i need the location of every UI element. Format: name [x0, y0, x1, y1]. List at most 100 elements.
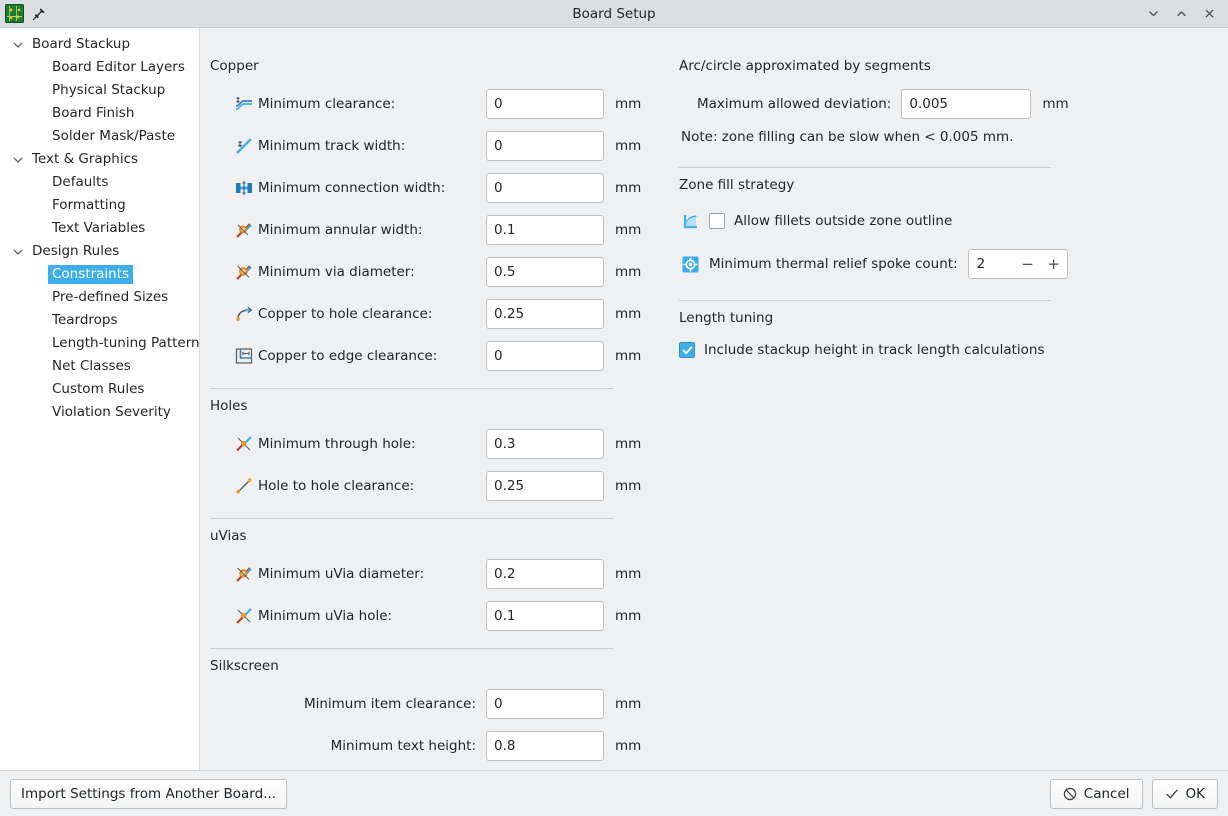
- kicad-pcb-icon: [5, 4, 24, 23]
- constraint-value-input[interactable]: [486, 215, 604, 245]
- minimize-button[interactable]: [1140, 1, 1166, 27]
- pin-icon[interactable]: [30, 5, 48, 23]
- silkscreen-group-title: Silkscreen: [210, 658, 279, 674]
- constraint-value-input[interactable]: [486, 559, 604, 589]
- thermal-spoke-stepper[interactable]: − +: [967, 249, 1068, 279]
- sidebar-item-physical-stackup[interactable]: Physical Stackup: [0, 79, 199, 102]
- max-deviation-unit: mm: [1042, 96, 1069, 112]
- left-column: Copper Minimum clearance:mm Minimum trac…: [200, 28, 641, 770]
- sidebar-item-violation-severity[interactable]: Violation Severity: [0, 401, 199, 424]
- constraint-label: Minimum text height:: [330, 738, 476, 754]
- ok-button[interactable]: OK: [1151, 778, 1218, 809]
- cancel-slash-icon: [1063, 787, 1077, 801]
- sidebar-item-label: Teardrops: [52, 312, 118, 328]
- constraint-label: Minimum uVia diameter:: [258, 566, 425, 582]
- constraint-label: Minimum clearance:: [258, 96, 396, 112]
- constraint-value-input[interactable]: [486, 731, 604, 761]
- constraint-value-input[interactable]: [486, 89, 604, 119]
- chevron-down-icon[interactable]: [8, 246, 28, 258]
- constraint-value-input[interactable]: [486, 471, 604, 501]
- sidebar-item-label: Formatting: [52, 197, 126, 213]
- constraint-label: Minimum through hole:: [258, 436, 416, 452]
- zone-fill-note: Note: zone filling can be slow when < 0.…: [681, 129, 1014, 145]
- sidebar-item-formatting[interactable]: Formatting: [0, 194, 199, 217]
- import-settings-button[interactable]: Import Settings from Another Board...: [10, 778, 288, 809]
- constraint-value-input[interactable]: [486, 299, 604, 329]
- constraint-label: Minimum uVia hole:: [258, 608, 393, 624]
- copper-group-title: Copper: [210, 58, 259, 74]
- sidebar-item-label: Board Stackup: [32, 36, 131, 52]
- sidebar-item-label: Text Variables: [52, 220, 146, 236]
- constraint-row: Minimum through hole:mm: [210, 423, 641, 465]
- sidebar-item-pre-defined-sizes[interactable]: Pre-defined Sizes: [0, 286, 199, 309]
- hole-to-hole-icon: [230, 476, 258, 496]
- constraint-row: Minimum uVia diameter:mm: [210, 553, 641, 595]
- settings-tree[interactable]: Board Stackup Board Editor Layers Physical…: [0, 28, 200, 770]
- cancel-button[interactable]: Cancel: [1049, 778, 1143, 809]
- constraint-row: Hole to hole clearance:mm: [210, 465, 641, 507]
- constraint-row: Minimum via diameter:mm: [210, 251, 641, 293]
- allow-fillets-checkbox[interactable]: [709, 213, 725, 229]
- copper-to-hole-icon: [230, 304, 258, 324]
- divider-zonefill-length: [679, 300, 1051, 301]
- close-button[interactable]: [1196, 1, 1222, 27]
- sidebar-item-design-rules[interactable]: Design Rules: [0, 240, 199, 263]
- constraint-label: Hole to hole clearance:: [258, 478, 415, 494]
- sidebar-item-label: Board Editor Layers: [52, 59, 185, 75]
- constraint-value-input[interactable]: [486, 341, 604, 371]
- include-stackup-checkbox[interactable]: [679, 342, 695, 358]
- sidebar-item-text-graphics[interactable]: Text & Graphics: [0, 148, 199, 171]
- sidebar-item-text-variables[interactable]: Text Variables: [0, 217, 199, 240]
- ok-button-label: OK: [1185, 785, 1205, 802]
- constraint-value-input[interactable]: [486, 257, 604, 287]
- divider-holes-uvias: [210, 518, 613, 519]
- allow-fillets-row: Allow fillets outside zone outline: [679, 202, 1228, 240]
- constraint-label: Copper to hole clearance:: [258, 306, 433, 322]
- constraint-row: Minimum clearance:mm: [210, 83, 641, 125]
- constraint-value-input[interactable]: [486, 689, 604, 719]
- thermal-spoke-increment[interactable]: +: [1041, 250, 1067, 278]
- divider-arc-zonefill: [679, 167, 1051, 168]
- sidebar-item-teardrops[interactable]: Teardrops: [0, 309, 199, 332]
- zone-fillet-icon: [679, 213, 701, 230]
- sidebar-item-solder-mask-paste[interactable]: Solder Mask/Paste: [0, 125, 199, 148]
- chevron-down-icon[interactable]: [8, 39, 28, 51]
- min-annular-width-icon: [230, 220, 258, 240]
- right-column: Arc/circle approximated by segments Maxi…: [634, 28, 1228, 770]
- holes-rows: Minimum through hole:mm Hole to hole cle…: [210, 423, 641, 507]
- chevron-down-icon[interactable]: [8, 154, 28, 166]
- sidebar-item-label: Net Classes: [52, 358, 131, 374]
- thermal-spoke-input[interactable]: [968, 250, 1015, 278]
- sidebar-item-board-editor-layers[interactable]: Board Editor Layers: [0, 56, 199, 79]
- sidebar-item-board-stackup[interactable]: Board Stackup: [0, 33, 199, 56]
- constraint-value-input[interactable]: [486, 601, 604, 631]
- constraint-row: Minimum annular width:mm: [210, 209, 641, 251]
- thermal-spoke-label: Minimum thermal relief spoke count:: [709, 256, 958, 272]
- sidebar-item-constraints[interactable]: Constraints: [0, 263, 199, 286]
- sidebar-item-label: Design Rules: [32, 243, 120, 259]
- constraint-value-input[interactable]: [486, 131, 604, 161]
- constraint-label: Minimum track width:: [258, 138, 406, 154]
- sidebar-item-label: Constraints: [48, 265, 134, 284]
- constraint-value-input[interactable]: [486, 173, 604, 203]
- sidebar-item-label: Defaults: [52, 174, 109, 190]
- maximize-button[interactable]: [1168, 1, 1194, 27]
- sidebar-item-label: Physical Stackup: [52, 82, 166, 98]
- sidebar-item-board-finish[interactable]: Board Finish: [0, 102, 199, 125]
- sidebar-item-custom-rules[interactable]: Custom Rules: [0, 378, 199, 401]
- uvias-group-title: uVias: [210, 528, 247, 544]
- max-deviation-input[interactable]: [901, 89, 1032, 119]
- silkscreen-rows: Minimum item clearance:mmMinimum text he…: [210, 683, 641, 770]
- constraint-row: Minimum text height:mm: [210, 725, 641, 767]
- constraint-row: Minimum track width:mm: [210, 125, 641, 167]
- copper-to-edge-icon: [230, 346, 258, 366]
- constraint-value-input[interactable]: [486, 429, 604, 459]
- thermal-spoke-decrement[interactable]: −: [1015, 250, 1041, 278]
- sidebar-item-length-tuning-patterns[interactable]: Length-tuning Patterns: [0, 332, 199, 355]
- thermal-relief-icon: [679, 256, 701, 273]
- allow-fillets-label: Allow fillets outside zone outline: [734, 213, 953, 229]
- sidebar-item-net-classes[interactable]: Net Classes: [0, 355, 199, 378]
- dialog-body: Board Stackup Board Editor Layers Physical…: [0, 28, 1228, 770]
- sidebar-item-defaults[interactable]: Defaults: [0, 171, 199, 194]
- sidebar-item-label: Text & Graphics: [32, 151, 139, 167]
